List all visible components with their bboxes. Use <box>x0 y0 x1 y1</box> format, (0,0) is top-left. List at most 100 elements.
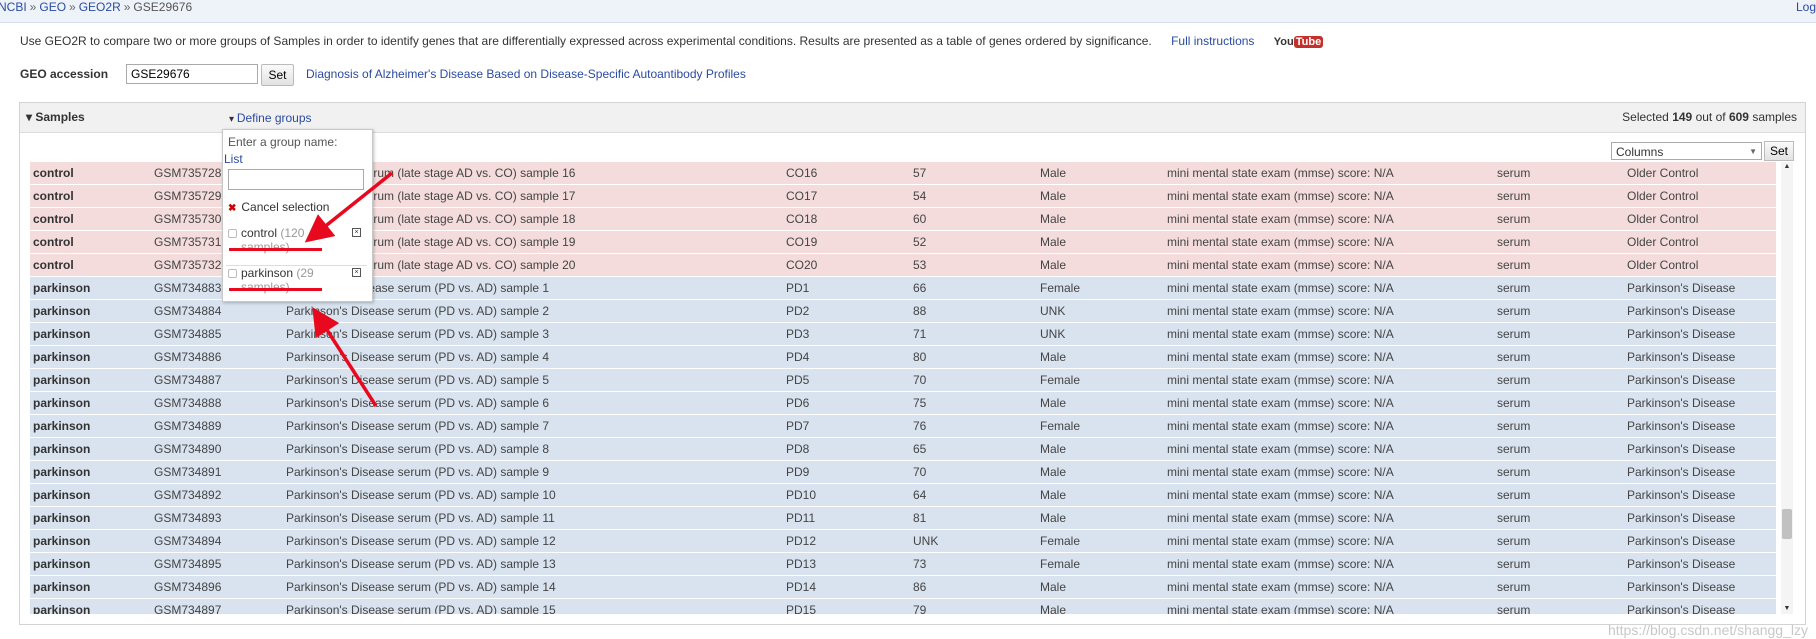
geo-accession-input[interactable] <box>126 64 258 84</box>
youtube-logo-tube: Tube <box>1293 35 1324 48</box>
table-row[interactable]: parkinson GSM734893 Parkinson's Disease se… <box>30 507 1776 530</box>
cell-age: 64 <box>913 488 927 502</box>
table-row[interactable]: parkinson GSM734889 Parkinson's Disease se… <box>30 415 1776 438</box>
cell-mmse: mini mental state exam (mmse) score: N/A <box>1167 557 1394 571</box>
group-name: control <box>241 226 278 240</box>
cell-id: PD15 <box>786 603 817 614</box>
cell-sex: Female <box>1040 534 1081 548</box>
scrollbar-thumb[interactable] <box>1782 509 1792 539</box>
cell-age: 57 <box>913 166 927 180</box>
youtube-logo-icon[interactable]: You Tube <box>1274 35 1324 48</box>
columns-select[interactable]: Columns ▼ <box>1611 142 1762 160</box>
table-row[interactable]: parkinson GSM734885 Parkinson's Disease se… <box>30 323 1776 346</box>
cell-age: 66 <box>913 281 927 295</box>
delete-group-icon[interactable]: × <box>352 268 361 277</box>
cell-source: serum <box>1497 304 1531 318</box>
scrollbar[interactable]: ▲ ▼ <box>1781 162 1793 614</box>
selected-count-text: Selected 149 out of 609 samples <box>1622 110 1797 124</box>
define-groups-toggle[interactable]: ▾ Define groups <box>229 111 312 125</box>
cell-mmse: mini mental state exam (mmse) score: N/A <box>1167 235 1394 249</box>
samples-toggle[interactable]: ▾ Samples <box>26 110 85 124</box>
delete-group-icon[interactable]: × <box>352 228 361 237</box>
cell-acc: GSM735728 <box>154 166 222 180</box>
selected-count: 149 <box>1672 110 1693 124</box>
table-row[interactable]: parkinson GSM734897 Parkinson's Disease se… <box>30 599 1776 614</box>
cancel-selection-button[interactable]: ✖ Cancel selection <box>228 200 329 214</box>
breadcrumb: NCBI» GEO» GEO2R» GSE29676 <box>0 0 192 14</box>
cell-group: control <box>33 258 74 272</box>
red-underline-annotation <box>229 288 322 291</box>
cell-acc: GSM734897 <box>154 603 222 614</box>
full-instructions-link[interactable]: Full instructions <box>1171 34 1254 48</box>
cell-group: parkinson <box>33 281 91 295</box>
cell-mmse: mini mental state exam (mmse) score: N/A <box>1167 396 1394 410</box>
cell-age: 81 <box>913 511 927 525</box>
group-name-input[interactable] <box>228 169 364 190</box>
breadcrumb-ncbi[interactable]: NCBI <box>0 0 27 14</box>
breadcrumb-geo[interactable]: GEO <box>39 0 66 14</box>
cell-id: PD3 <box>786 327 810 341</box>
table-row[interactable]: parkinson GSM734892 Parkinson's Disease se… <box>30 484 1776 507</box>
cell-title: Parkinson's Disease serum (PD vs. AD) sa… <box>286 396 550 410</box>
cell-mmse: mini mental state exam (mmse) score: N/A <box>1167 373 1394 387</box>
cell-title: Parkinson's Disease serum (PD vs. AD) sa… <box>286 373 550 387</box>
cell-age: 70 <box>913 465 927 479</box>
cell-id: CO16 <box>786 166 818 180</box>
cell-acc: GSM734893 <box>154 511 222 525</box>
cell-group: parkinson <box>33 511 91 525</box>
group-checkbox[interactable] <box>228 269 237 278</box>
accession-set-button[interactable]: Set <box>261 64 294 86</box>
study-title-link[interactable]: Diagnosis of Alzheimer's Disease Based o… <box>306 67 746 81</box>
table-row[interactable]: parkinson GSM734890 Parkinson's Disease se… <box>30 438 1776 461</box>
scroll-down-icon[interactable]: ▼ <box>1781 604 1793 614</box>
table-row[interactable]: parkinson GSM734895 Parkinson's Disease se… <box>30 553 1776 576</box>
table-row[interactable]: parkinson GSM734888 Parkinson's Disease se… <box>30 392 1776 415</box>
cell-source: serum <box>1497 511 1531 525</box>
cell-sex: Female <box>1040 373 1081 387</box>
cell-disease: Parkinson's Disease <box>1627 534 1736 548</box>
cell-id: PD8 <box>786 442 810 456</box>
group-checkbox[interactable] <box>228 229 237 238</box>
cell-title: Parkinson's Disease serum (PD vs. AD) sa… <box>286 327 550 341</box>
cell-group: parkinson <box>33 442 91 456</box>
cell-id: PD5 <box>786 373 810 387</box>
cell-disease: Older Control <box>1627 258 1699 272</box>
cell-disease: Parkinson's Disease <box>1627 350 1736 364</box>
cell-group: control <box>33 189 74 203</box>
table-row[interactable]: parkinson GSM734891 Parkinson's Disease se… <box>30 461 1776 484</box>
table-row[interactable]: parkinson GSM734887 Parkinson's Disease se… <box>30 369 1776 392</box>
cell-id: CO18 <box>786 212 818 226</box>
table-row[interactable]: parkinson GSM734896 Parkinson's Disease se… <box>30 576 1776 599</box>
cell-id: PD4 <box>786 350 810 364</box>
breadcrumb-separator: » <box>69 0 76 14</box>
table-row[interactable]: parkinson GSM734886 Parkinson's Disease se… <box>30 346 1776 369</box>
cell-acc: GSM734886 <box>154 350 222 364</box>
cell-source: serum <box>1497 258 1531 272</box>
cell-title: Parkinson's Disease serum (PD vs. AD) sa… <box>286 465 550 479</box>
group-item-parkinson[interactable]: parkinson (29 samples) × <box>226 265 367 304</box>
table-row[interactable]: parkinson GSM734894 Parkinson's Disease se… <box>30 530 1776 553</box>
cell-disease: Parkinson's Disease <box>1627 419 1736 433</box>
cell-title: Parkinson's Disease serum (PD vs. AD) sa… <box>286 488 556 502</box>
cell-source: serum <box>1497 419 1531 433</box>
cell-source: serum <box>1497 373 1531 387</box>
login-link[interactable]: Log <box>1796 0 1816 14</box>
breadcrumb-bar: NCBI» GEO» GEO2R» GSE29676 Log <box>0 0 1816 23</box>
cell-acc: GSM734894 <box>154 534 222 548</box>
list-link[interactable]: List <box>224 152 243 166</box>
group-item-control[interactable]: control (120 samples) × <box>226 226 367 262</box>
cell-title: Parkinson's Disease serum (PD vs. AD) sa… <box>286 511 555 525</box>
cell-source: serum <box>1497 534 1531 548</box>
cell-mmse: mini mental state exam (mmse) score: N/A <box>1167 511 1394 525</box>
cell-acc: GSM734887 <box>154 373 222 387</box>
cell-sex: Male <box>1040 258 1067 272</box>
cell-source: serum <box>1497 281 1531 295</box>
breadcrumb-geo2r[interactable]: GEO2R <box>79 0 121 14</box>
cell-title: Parkinson's Disease serum (PD vs. AD) sa… <box>286 350 550 364</box>
scroll-up-icon[interactable]: ▲ <box>1781 162 1793 172</box>
columns-set-button[interactable]: Set <box>1764 141 1794 161</box>
cell-title: Parkinson's Disease serum (PD vs. AD) sa… <box>286 442 550 456</box>
cell-group: parkinson <box>33 419 91 433</box>
cell-sex: Male <box>1040 350 1067 364</box>
red-underline-annotation <box>229 248 322 251</box>
